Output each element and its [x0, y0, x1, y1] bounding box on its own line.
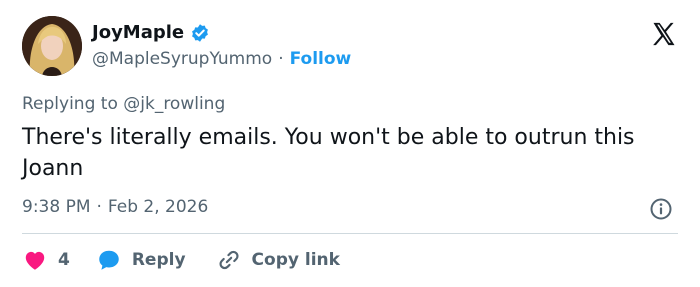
- replying-prefix: Replying to: [22, 94, 118, 114]
- info-icon[interactable]: [649, 197, 673, 221]
- replying-mention[interactable]: @jk_rowling: [123, 94, 225, 114]
- x-logo-icon[interactable]: [650, 20, 678, 48]
- author-handle-row: @MapleSyrupYummo · Follow: [92, 49, 351, 69]
- author-name-row: JoyMaple: [92, 22, 210, 43]
- tweet-time[interactable]: 9:38 PM: [22, 197, 91, 217]
- follow-button[interactable]: Follow: [290, 49, 352, 69]
- author-handle[interactable]: @MapleSyrupYummo: [92, 49, 272, 69]
- divider: [22, 233, 678, 234]
- link-icon: [219, 250, 239, 270]
- action-bar: 4 Reply Copy link: [22, 245, 340, 275]
- tweet-timestamp[interactable]: 9:38 PM · Feb 2, 2026: [22, 197, 208, 217]
- reply-label: Reply: [131, 250, 186, 270]
- author-display-name[interactable]: JoyMaple: [92, 22, 184, 43]
- copy-link-button[interactable]: Copy link: [216, 247, 340, 273]
- tweet-date[interactable]: Feb 2, 2026: [108, 197, 208, 217]
- copy-link-label: Copy link: [251, 250, 340, 270]
- reply-button[interactable]: Reply: [96, 247, 186, 273]
- timestamp-separator: ·: [96, 197, 102, 217]
- like-count: 4: [58, 250, 70, 270]
- speech-bubble-icon: [99, 250, 119, 270]
- heart-icon: [25, 251, 45, 270]
- avatar[interactable]: [22, 16, 82, 76]
- replying-to: Replying to @jk_rowling: [22, 94, 225, 114]
- like-button[interactable]: 4: [22, 247, 70, 273]
- separator-dot: ·: [278, 49, 284, 69]
- tweet-text: There's literally emails. You won't be a…: [22, 125, 635, 181]
- verified-badge-icon: [192, 23, 209, 42]
